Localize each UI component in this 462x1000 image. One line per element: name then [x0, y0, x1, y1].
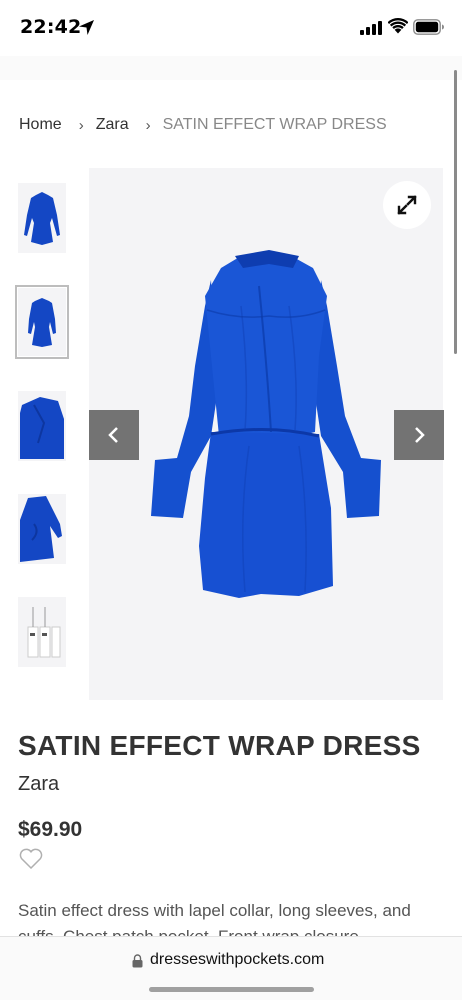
- breadcrumb-current: SATIN EFFECT WRAP DRESS: [162, 116, 387, 133]
- breadcrumb: Home › Zara › SATIN EFFECT WRAP DRESS: [19, 114, 387, 136]
- dress-thumbnail-image: [24, 192, 60, 245]
- dress-label-thumbnail-image: [27, 607, 61, 658]
- next-image-button[interactable]: [394, 410, 444, 460]
- lock-icon: [132, 954, 143, 968]
- thumbnail-dress-label[interactable]: [18, 597, 66, 667]
- expand-icon: [397, 195, 417, 215]
- dress-model-thumbnail-image: [28, 298, 56, 347]
- product-main-image: [89, 168, 444, 700]
- location-arrow-icon: [79, 20, 94, 35]
- chevron-left-icon: [108, 427, 118, 443]
- thumbnail-dress-front[interactable]: [18, 183, 66, 253]
- product-brand[interactable]: Zara: [18, 773, 59, 796]
- product-description: Satin effect dress with lapel collar, lo…: [18, 901, 411, 936]
- cellular-signal-icon: [360, 21, 382, 35]
- thumbnail-dress-model[interactable]: [15, 285, 69, 359]
- battery-icon: [413, 19, 444, 35]
- status-time: 22:42: [20, 16, 82, 38]
- thumbnail-dress-side[interactable]: [18, 494, 66, 564]
- product-title: SATIN EFFECT WRAP DRESS: [18, 730, 421, 761]
- heart-icon[interactable]: [19, 848, 43, 869]
- previous-image-button[interactable]: [89, 410, 139, 460]
- thumbnail-dress-detail[interactable]: [18, 391, 66, 461]
- site-header-band: [0, 56, 462, 80]
- page-scrollbar[interactable]: [454, 70, 457, 354]
- browser-address-bar[interactable]: dresseswithpockets.com: [0, 936, 462, 1000]
- expand-button[interactable]: [383, 181, 431, 229]
- product-price: $69.90: [18, 818, 83, 841]
- dress-image: [151, 250, 381, 598]
- dress-side-thumbnail-image: [20, 496, 62, 562]
- status-bar: 22:42: [0, 0, 462, 56]
- home-indicator: [149, 987, 314, 992]
- breadcrumb-separator: ›: [145, 116, 151, 134]
- breadcrumb-separator: ›: [78, 116, 84, 134]
- chevron-right-icon: [415, 427, 425, 443]
- wifi-icon: [388, 18, 408, 34]
- breadcrumb-home[interactable]: Home: [19, 116, 62, 134]
- dress-detail-thumbnail-image: [20, 397, 64, 459]
- url-text[interactable]: dresseswithpockets.com: [150, 951, 324, 969]
- breadcrumb-brand[interactable]: Zara: [96, 116, 129, 134]
